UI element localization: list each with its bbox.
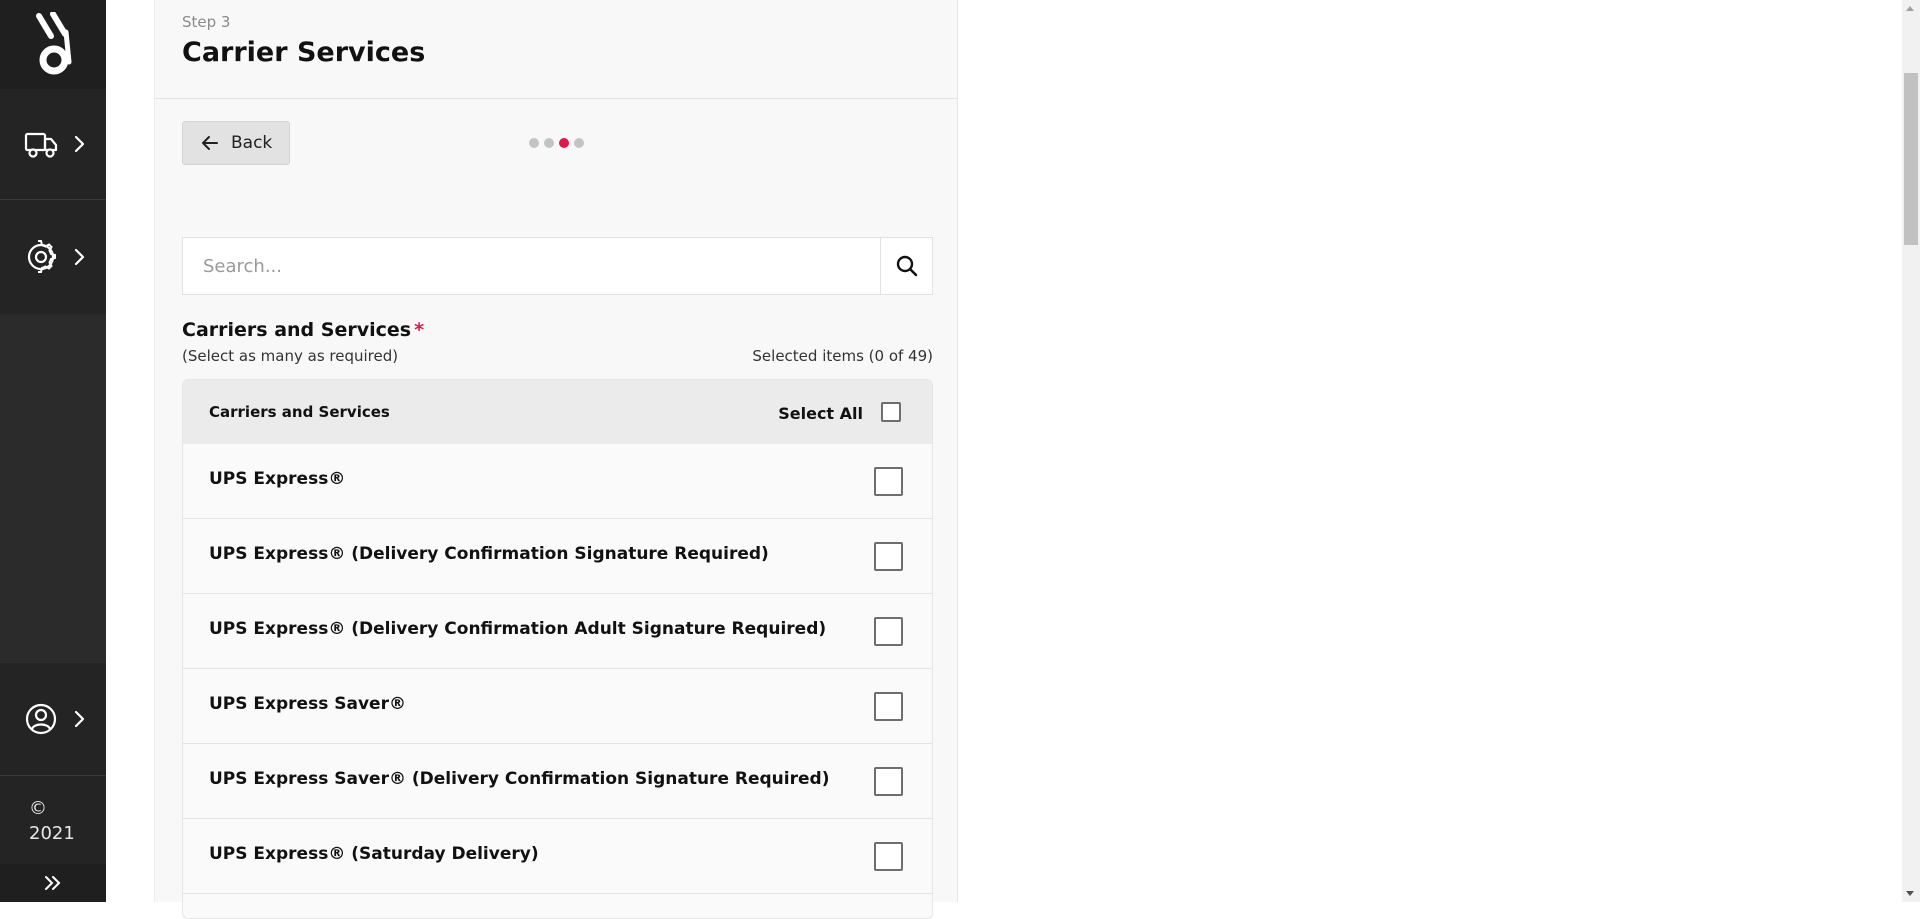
gear-icon (27, 240, 56, 273)
services-section-title: Carriers and Services * (182, 319, 424, 341)
header-divider (155, 98, 957, 99)
back-button[interactable]: Back (182, 121, 290, 165)
table-row[interactable]: UPS Express Saver® (183, 669, 932, 744)
service-name: UPS Express Saver® (209, 694, 406, 714)
table-row[interactable]: UPS Express® (Saturday Delivery) (183, 819, 932, 894)
sidebar-item-settings[interactable] (0, 200, 106, 314)
search-input[interactable] (183, 238, 880, 294)
user-circle-icon (25, 703, 57, 735)
back-button-label: Back (231, 133, 273, 153)
arrow-left-icon (202, 136, 218, 150)
service-checkbox[interactable] (874, 542, 903, 571)
service-checkbox[interactable] (874, 467, 903, 496)
sidebar-item-account[interactable] (0, 663, 106, 775)
selected-items-count: Selected items (0 of 49) (752, 347, 933, 365)
table-row[interactable]: UPS Express® (Delivery Confirmation Adul… (183, 594, 932, 669)
scrollbar-thumb[interactable] (1904, 73, 1918, 245)
service-name: UPS Express® (Saturday Delivery) (209, 844, 539, 864)
copyright-year: 2021 (29, 823, 75, 844)
service-checkbox[interactable] (874, 767, 903, 796)
service-name: UPS Express® (209, 469, 346, 489)
scroll-down-arrow-icon[interactable] (1905, 890, 1915, 898)
truck-icon (24, 132, 58, 158)
table-row[interactable]: UPS Express® (Delivery Confirmation Sign… (183, 519, 932, 594)
sidebar-item-shipping[interactable] (0, 89, 106, 199)
brand-logo[interactable] (0, 0, 106, 89)
service-name: UPS Express® (Delivery Confirmation Sign… (209, 544, 769, 564)
select-all-checkbox[interactable] (881, 402, 901, 422)
table-row[interactable]: UPS Express® (183, 444, 932, 519)
services-table: Carriers and Services Select All UPS Exp… (182, 379, 933, 919)
service-checkbox[interactable] (874, 842, 903, 871)
step-dot (529, 138, 539, 148)
copyright-symbol: © (29, 798, 47, 819)
step-dot (544, 138, 554, 148)
step-label: Step 3 (182, 13, 231, 31)
required-mark: * (414, 319, 424, 341)
double-chevron-right-icon (45, 876, 61, 890)
sidebar: © 2021 (0, 0, 106, 902)
service-name: UPS Express® (Delivery Confirmation Adul… (209, 619, 827, 639)
table-header: Carriers and Services Select All (183, 380, 932, 444)
table-row[interactable]: UPS Express Saver® (Delivery Confirmatio… (183, 744, 932, 819)
brand-logo-icon (36, 11, 72, 74)
search-bar (182, 237, 933, 295)
step-indicator (529, 138, 584, 148)
service-name: UPS Express Saver® (Delivery Confirmatio… (209, 769, 830, 789)
expand-sidebar-button[interactable] (0, 864, 106, 902)
services-section-subtitle: (Select as many as required) (182, 347, 399, 365)
scroll-up-arrow-icon[interactable] (1905, 4, 1915, 12)
copyright: © 2021 (0, 776, 106, 864)
step-dot-active (559, 138, 569, 148)
wizard-panel: Step 3 Carrier Services Back Carriers an… (154, 0, 958, 919)
column-header: Carriers and Services (209, 403, 390, 421)
chevron-right-icon (74, 248, 85, 266)
select-all-label: Select All (778, 404, 863, 423)
search-button[interactable] (880, 238, 932, 294)
chevron-right-icon (74, 710, 85, 728)
step-dot (574, 138, 584, 148)
page-title: Carrier Services (182, 37, 426, 68)
search-icon (896, 255, 917, 277)
service-checkbox[interactable] (874, 692, 903, 721)
service-checkbox[interactable] (874, 617, 903, 646)
services-section-title-text: Carriers and Services (182, 319, 412, 341)
chevron-right-icon (74, 135, 85, 153)
